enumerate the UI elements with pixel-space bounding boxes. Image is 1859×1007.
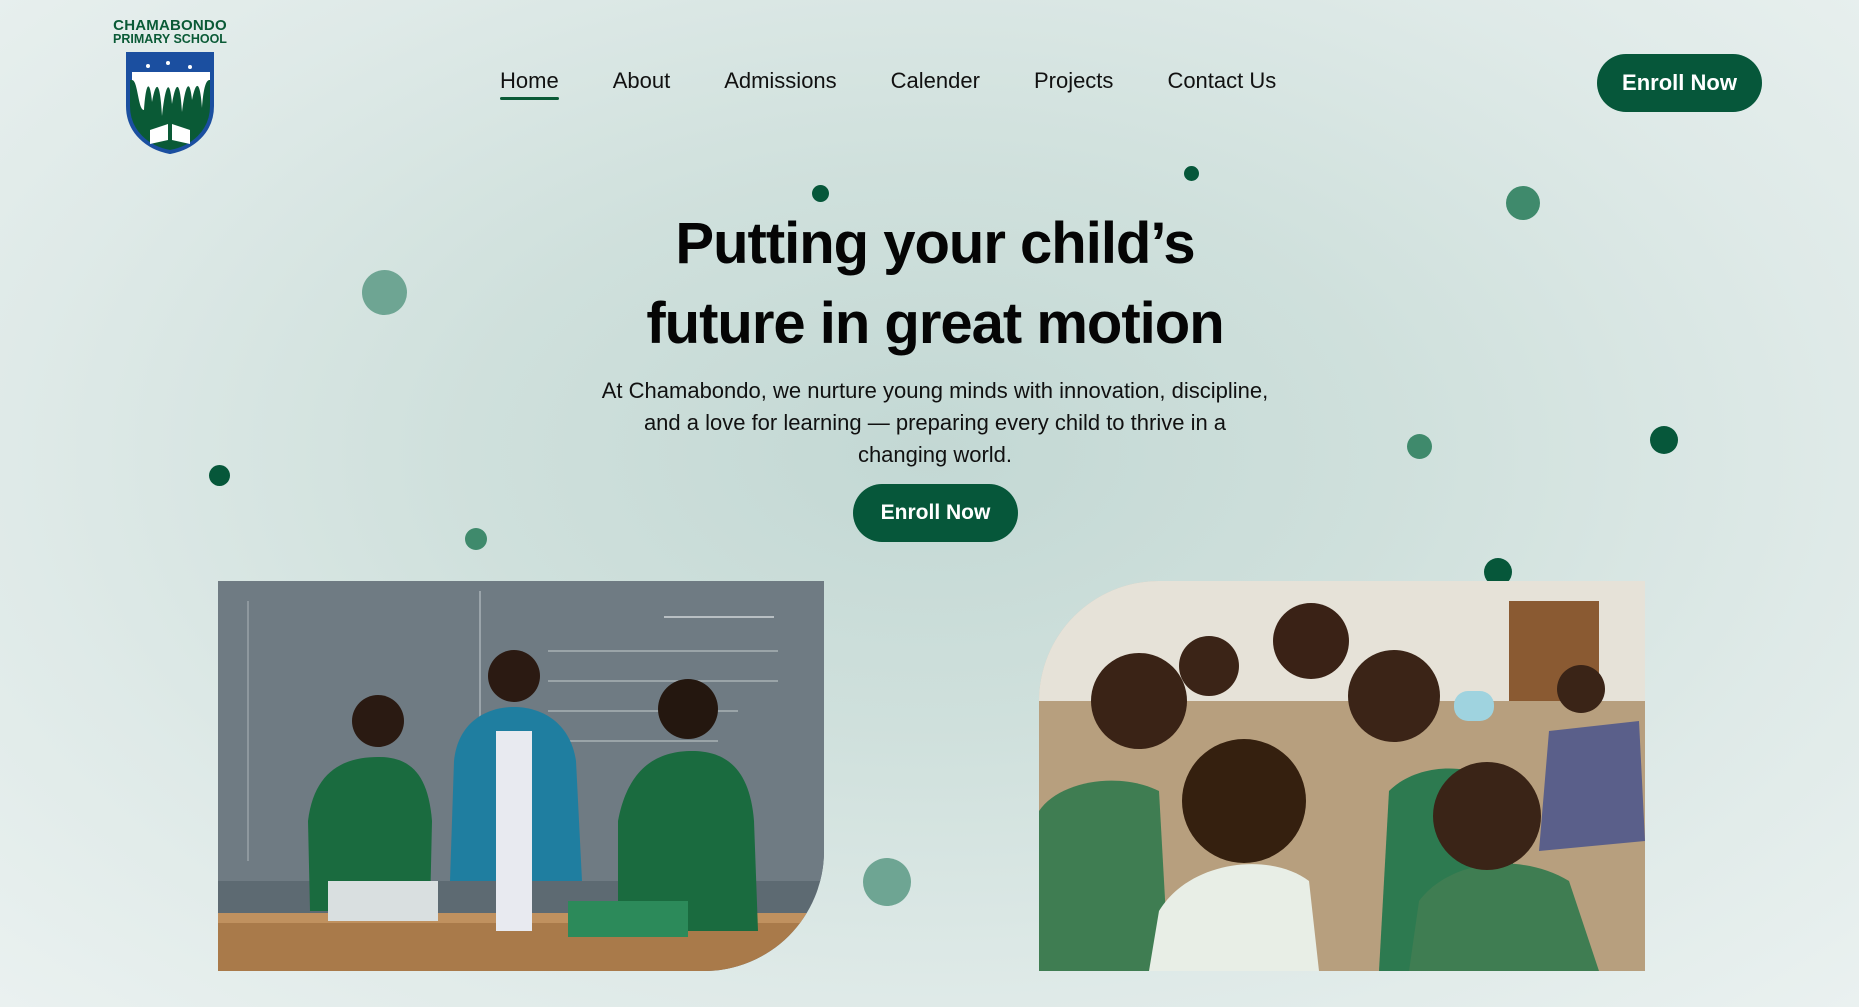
school-subtitle: PRIMARY SCHOOL bbox=[113, 32, 227, 46]
decorative-dot bbox=[362, 270, 407, 315]
students-group-photo bbox=[1039, 581, 1645, 971]
classroom-photo bbox=[218, 581, 824, 971]
nav-about[interactable]: About bbox=[613, 68, 671, 100]
school-name: CHAMABONDO bbox=[113, 17, 227, 34]
main-nav: Home About Admissions Calender Projects … bbox=[500, 68, 1330, 100]
decorative-dot bbox=[1184, 166, 1199, 181]
decorative-dot bbox=[1506, 186, 1540, 220]
decorative-dot bbox=[1407, 434, 1432, 459]
hero-subtitle: At Chamabondo, we nurture young minds wi… bbox=[601, 378, 1269, 467]
nav-calender[interactable]: Calender bbox=[891, 68, 980, 100]
enroll-now-header-button[interactable]: Enroll Now bbox=[1597, 54, 1762, 112]
decorative-dot bbox=[465, 528, 487, 550]
decorative-dot bbox=[1650, 426, 1678, 454]
school-logo[interactable]: CHAMABONDO PRIMARY SCHOOL bbox=[106, 18, 234, 154]
nav-home[interactable]: Home bbox=[500, 68, 559, 100]
school-crest-icon bbox=[126, 52, 214, 154]
nav-admissions[interactable]: Admissions bbox=[724, 68, 836, 100]
hero-title: Putting your child’s future in great mot… bbox=[480, 204, 1390, 364]
decorative-dot bbox=[812, 185, 829, 202]
decorative-dot bbox=[863, 858, 911, 906]
nav-projects[interactable]: Projects bbox=[1034, 68, 1113, 100]
decorative-dot bbox=[209, 465, 230, 486]
hero-title-line-1: Putting your child’s bbox=[675, 211, 1195, 276]
enroll-now-hero-button[interactable]: Enroll Now bbox=[853, 484, 1018, 542]
nav-contact-us[interactable]: Contact Us bbox=[1167, 68, 1276, 100]
hero-title-line-2: future in great motion bbox=[646, 291, 1224, 356]
